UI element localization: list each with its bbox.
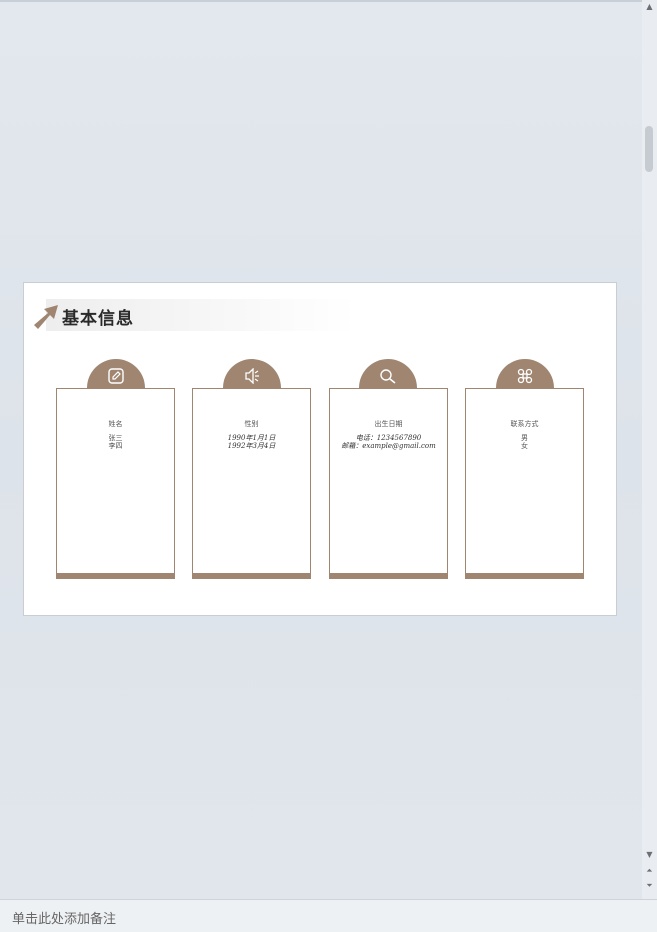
card-heading: 姓名 [108,420,123,428]
slide-workspace: 基本信息 姓名 张三 李四 性别 1990年1月1日 1992年3月4日 出生日… [0,0,642,899]
badge-command [496,359,554,389]
notes-pane[interactable]: 单击此处添加备注 [0,899,657,932]
edit-icon [108,368,124,384]
previous-slide-edge [0,0,642,2]
info-card-gender[interactable]: 性别 1990年1月1日 1992年3月4日 [192,388,311,579]
previous-slide-button[interactable]: ⏶ [644,866,655,876]
badge-edit [87,359,145,389]
speaker-icon [245,368,259,384]
scroll-down-arrow[interactable]: ▼ [644,850,655,860]
vertical-scrollbar[interactable]: ▲ ▼ ⏶ ⏷ [642,0,657,899]
slide-title[interactable]: 基本信息 [62,304,134,329]
scroll-up-arrow[interactable]: ▲ [644,2,655,12]
card-footer-bar [329,573,448,579]
scroll-thumb[interactable] [645,126,653,172]
card-footer-bar [192,573,311,579]
card-footer-bar [465,573,584,579]
info-card-name[interactable]: 姓名 张三 李四 [56,388,175,579]
command-icon [517,368,533,384]
slide-canvas[interactable]: 基本信息 姓名 张三 李四 性别 1990年1月1日 1992年3月4日 出生日… [23,282,617,616]
card-heading: 联系方式 [510,420,539,428]
info-card-birthdate[interactable]: 出生日期 电话：1234567890 邮箱：example@gmail.com [329,388,448,579]
card-line: 女 [521,442,528,450]
card-line: 李四 [108,442,123,450]
next-slide-button[interactable]: ⏷ [644,881,655,891]
card-line: 1992年3月4日 [227,442,276,450]
badge-search [359,359,417,389]
card-footer-bar [56,573,175,579]
search-icon [380,369,396,384]
badge-speaker [223,359,281,389]
notes-placeholder[interactable]: 单击此处添加备注 [12,908,116,927]
card-heading: 出生日期 [374,420,403,428]
info-card-contact[interactable]: 联系方式 男 女 [465,388,584,579]
arrow-icon [34,305,58,329]
card-heading: 性别 [244,420,259,428]
card-line: 邮箱：example@gmail.com [341,442,436,450]
